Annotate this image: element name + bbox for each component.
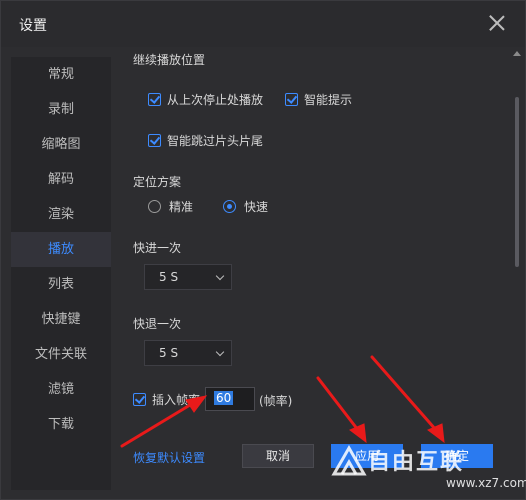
ok-button[interactable]: 确定 [421, 444, 493, 468]
checkbox-checked-icon [148, 134, 161, 147]
forward-step-select[interactable]: 5 S [144, 264, 232, 290]
sidebar-item-shortcuts[interactable]: 快捷键 [11, 302, 111, 337]
checkbox-checked-icon [285, 93, 298, 106]
insert-frames-checkbox[interactable]: 插入帧率 [133, 391, 200, 408]
radio-unselected-icon [148, 200, 161, 213]
sidebar-item-general[interactable]: 常规 [11, 57, 111, 92]
skip-intro-outro-checkbox[interactable]: 智能跳过片头片尾 [148, 132, 263, 149]
frame-rate-input[interactable]: 60 [205, 387, 255, 411]
resume-section-label: 继续播放位置 [133, 53, 206, 67]
dialog-title: 设置 [19, 18, 47, 34]
sidebar-item-thumbnail[interactable]: 缩略图 [11, 127, 111, 162]
frame-rate-unit: (帧率) [259, 394, 293, 408]
apply-button[interactable]: 应用 [331, 444, 403, 468]
frame-rate-value: 60 [214, 391, 234, 405]
insert-frames-label: 插入帧率 [152, 393, 201, 407]
smart-hint-checkbox[interactable]: 智能提示 [285, 91, 352, 108]
seek-section-label: 定位方案 [133, 175, 182, 189]
sidebar-item-download[interactable]: 下载 [11, 407, 111, 442]
seek-precise-label: 精准 [169, 200, 194, 214]
checkbox-checked-icon [148, 93, 161, 106]
resume-from-last-label: 从上次停止处播放 [167, 93, 264, 107]
backward-section-label: 快退一次 [133, 317, 182, 331]
chevron-down-icon [215, 347, 225, 357]
scrollbar-thumb[interactable] [515, 97, 519, 267]
sidebar-item-filters[interactable]: 滤镜 [11, 372, 111, 407]
chevron-down-icon [215, 271, 225, 281]
cancel-button[interactable]: 取消 [242, 444, 314, 468]
backward-step-value: 5 S [159, 346, 179, 360]
backward-step-select[interactable]: 5 S [144, 340, 232, 366]
sidebar-item-record[interactable]: 录制 [11, 92, 111, 127]
sidebar-item-decode[interactable]: 解码 [11, 162, 111, 197]
restore-defaults-link[interactable]: 恢复默认设置 [133, 449, 205, 466]
close-icon[interactable] [487, 13, 507, 33]
settings-dialog: 设置 常规 录制 缩略图 解码 渲染 播放 列表 快捷键 文件关联 滤镜 下载 … [0, 0, 526, 500]
seek-fast-label: 快速 [244, 200, 269, 214]
checkbox-checked-icon [133, 393, 146, 406]
forward-step-value: 5 S [159, 270, 179, 284]
forward-section-label: 快进一次 [133, 241, 182, 255]
radio-selected-icon [223, 200, 236, 213]
title-bar: 设置 [1, 1, 525, 47]
resume-from-last-checkbox[interactable]: 从上次停止处播放 [148, 91, 263, 108]
sidebar-item-render[interactable]: 渲染 [11, 197, 111, 232]
seek-fast-radio[interactable]: 快速 [223, 198, 268, 215]
sidebar-item-file-association[interactable]: 文件关联 [11, 337, 111, 372]
sidebar-item-list[interactable]: 列表 [11, 267, 111, 302]
seek-precise-radio[interactable]: 精准 [148, 198, 193, 215]
skip-intro-outro-label: 智能跳过片头片尾 [167, 134, 264, 148]
settings-sidebar: 常规 录制 缩略图 解码 渲染 播放 列表 快捷键 文件关联 滤镜 下载 [11, 57, 111, 490]
scroll-up-arrow-icon[interactable] [513, 51, 521, 56]
smart-hint-label: 智能提示 [304, 93, 353, 107]
sidebar-item-playback[interactable]: 播放 [11, 232, 111, 267]
